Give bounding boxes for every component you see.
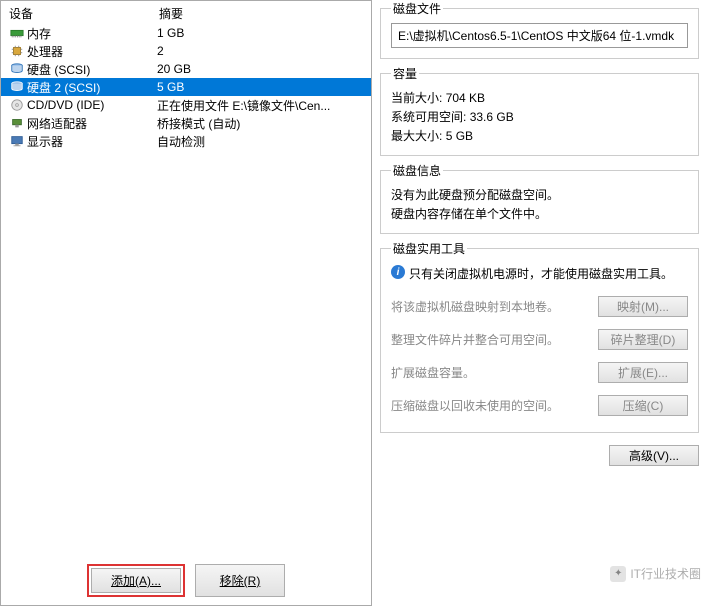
util-text: 将该虚拟机磁盘映射到本地卷。 bbox=[391, 298, 559, 315]
device-summary: 1 GB bbox=[157, 26, 365, 40]
device-summary: 5 GB bbox=[157, 80, 365, 94]
device-row[interactable]: 硬盘 2 (SCSI)5 GB bbox=[1, 78, 371, 96]
util-text: 压缩磁盘以回收未使用的空间。 bbox=[391, 397, 559, 414]
advanced-row: 高级(V)... bbox=[380, 439, 699, 466]
disk-info-line-1: 硬盘内容存储在单个文件中。 bbox=[391, 204, 688, 223]
capacity-current: 当前大小: 704 KB bbox=[391, 88, 688, 107]
disk-icon bbox=[7, 62, 27, 76]
device-row[interactable]: 内存1 GB bbox=[1, 24, 371, 42]
disk-icon bbox=[7, 80, 27, 94]
cap-free-value: 33.6 GB bbox=[470, 110, 514, 124]
info-icon: i bbox=[391, 265, 405, 279]
display-icon bbox=[7, 134, 27, 148]
net-icon bbox=[7, 116, 27, 130]
device-name: 显示器 bbox=[27, 133, 157, 150]
device-summary: 自动检测 bbox=[157, 133, 365, 150]
util-row: 压缩磁盘以回收未使用的空间。 压缩(C) bbox=[391, 389, 688, 422]
disk-info-line-0: 没有为此硬盘预分配磁盘空间。 bbox=[391, 185, 688, 204]
device-summary: 正在使用文件 E:\镜像文件\Cen... bbox=[157, 97, 365, 114]
device-name: 硬盘 2 (SCSI) bbox=[27, 79, 157, 96]
utils-legend: 磁盘实用工具 bbox=[391, 240, 467, 257]
disk-info-group: 磁盘信息 没有为此硬盘预分配磁盘空间。 硬盘内容存储在单个文件中。 bbox=[380, 162, 699, 234]
disk-info-legend: 磁盘信息 bbox=[391, 162, 443, 179]
util-row: 整理文件碎片并整合可用空间。 碎片整理(D) bbox=[391, 323, 688, 356]
memory-icon bbox=[7, 26, 27, 40]
util-row: 扩展磁盘容量。 扩展(E)... bbox=[391, 356, 688, 389]
cap-max-label: 最大大小: bbox=[391, 129, 442, 143]
device-summary: 桥接模式 (自动) bbox=[157, 115, 365, 132]
device-summary: 2 bbox=[157, 44, 365, 58]
wechat-icon: ✦ bbox=[610, 566, 626, 582]
details-panel: 磁盘文件 E:\虚拟机\Centos6.5-1\CentOS 中文版64 位-1… bbox=[372, 0, 707, 606]
disk-file-legend: 磁盘文件 bbox=[391, 0, 443, 17]
utils-hint-text: 只有关闭虚拟机电源时，才能使用磁盘实用工具。 bbox=[409, 265, 673, 282]
header-summary: 摘要 bbox=[159, 5, 363, 22]
cd-icon bbox=[7, 98, 27, 112]
util-button: 压缩(C) bbox=[598, 395, 688, 416]
device-row[interactable]: 网络适配器桥接模式 (自动) bbox=[1, 114, 371, 132]
watermark-text: IT行业技术圈 bbox=[630, 565, 701, 582]
disk-file-path[interactable]: E:\虚拟机\Centos6.5-1\CentOS 中文版64 位-1.vmdk bbox=[391, 23, 688, 48]
device-buttons: 添加(A)... 移除(R) bbox=[1, 556, 371, 605]
device-name: CD/DVD (IDE) bbox=[27, 98, 157, 112]
advanced-button[interactable]: 高级(V)... bbox=[609, 445, 699, 466]
device-panel: 设备 摘要 内存1 GB处理器2硬盘 (SCSI)20 GB硬盘 2 (SCSI… bbox=[0, 0, 372, 606]
util-text: 扩展磁盘容量。 bbox=[391, 364, 475, 381]
device-name: 内存 bbox=[27, 25, 157, 42]
utils-group: 磁盘实用工具 i 只有关闭虚拟机电源时，才能使用磁盘实用工具。 将该虚拟机磁盘映… bbox=[380, 240, 699, 433]
remove-button[interactable]: 移除(R) bbox=[195, 564, 285, 597]
device-row[interactable]: 硬盘 (SCSI)20 GB bbox=[1, 60, 371, 78]
capacity-group: 容量 当前大小: 704 KB 系统可用空间: 33.6 GB 最大大小: 5 … bbox=[380, 65, 699, 156]
device-list: 内存1 GB处理器2硬盘 (SCSI)20 GB硬盘 2 (SCSI)5 GBC… bbox=[1, 24, 371, 556]
header-device: 设备 bbox=[9, 5, 159, 22]
device-list-header: 设备 摘要 bbox=[1, 1, 371, 24]
util-row: 将该虚拟机磁盘映射到本地卷。 映射(M)... bbox=[391, 290, 688, 323]
device-name: 处理器 bbox=[27, 43, 157, 60]
capacity-max: 最大大小: 5 GB bbox=[391, 126, 688, 145]
utils-hint-row: i 只有关闭虚拟机电源时，才能使用磁盘实用工具。 bbox=[391, 263, 688, 290]
cap-current-value: 704 KB bbox=[446, 91, 485, 105]
add-button[interactable]: 添加(A)... bbox=[91, 568, 181, 593]
util-button: 映射(M)... bbox=[598, 296, 688, 317]
cpu-icon bbox=[7, 44, 27, 58]
device-name: 硬盘 (SCSI) bbox=[27, 61, 157, 78]
capacity-legend: 容量 bbox=[391, 65, 419, 82]
cap-free-label: 系统可用空间: bbox=[391, 110, 466, 124]
device-name: 网络适配器 bbox=[27, 115, 157, 132]
capacity-free: 系统可用空间: 33.6 GB bbox=[391, 107, 688, 126]
device-row[interactable]: 处理器2 bbox=[1, 42, 371, 60]
cap-max-value: 5 GB bbox=[446, 129, 473, 143]
add-button-highlight: 添加(A)... bbox=[87, 564, 185, 597]
device-row[interactable]: CD/DVD (IDE)正在使用文件 E:\镜像文件\Cen... bbox=[1, 96, 371, 114]
disk-file-group: 磁盘文件 E:\虚拟机\Centos6.5-1\CentOS 中文版64 位-1… bbox=[380, 0, 699, 59]
util-text: 整理文件碎片并整合可用空间。 bbox=[391, 331, 559, 348]
device-row[interactable]: 显示器自动检测 bbox=[1, 132, 371, 150]
cap-current-label: 当前大小: bbox=[391, 91, 442, 105]
device-summary: 20 GB bbox=[157, 62, 365, 76]
util-button: 扩展(E)... bbox=[598, 362, 688, 383]
util-button: 碎片整理(D) bbox=[598, 329, 688, 350]
watermark: ✦ IT行业技术圈 bbox=[610, 565, 701, 582]
